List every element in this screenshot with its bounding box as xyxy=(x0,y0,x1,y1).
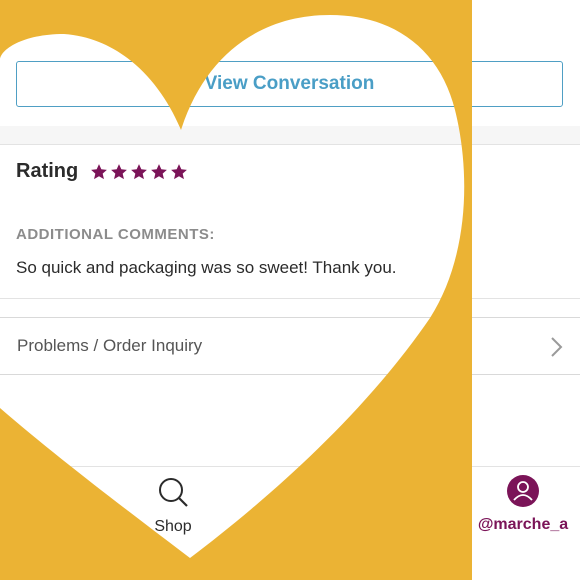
problems-order-inquiry-label: Problems / Order Inquiry xyxy=(17,336,203,355)
problems-order-inquiry-row[interactable]: Problems / Order Inquiry xyxy=(0,317,580,375)
tab-profile[interactable]: @marche_a xyxy=(470,475,576,534)
star-icon xyxy=(91,164,107,180)
tab-shop-label: Shop xyxy=(154,518,192,535)
section-separator xyxy=(0,126,580,144)
star-icon xyxy=(171,164,187,180)
bottom-tab-bar: Shop @marche_a xyxy=(0,466,580,581)
divider xyxy=(0,144,580,145)
additional-comments-heading: ADDITIONAL COMMENTS: xyxy=(16,226,215,243)
user-icon xyxy=(507,475,539,507)
divider xyxy=(0,298,580,299)
view-conversation-button[interactable]: View Conversation xyxy=(16,61,563,107)
comment-text: So quick and packaging was so sweet! Tha… xyxy=(16,258,397,277)
order-details-screen: View Conversation Rating ADDITIONAL COMM… xyxy=(0,0,580,581)
tab-shop[interactable]: Shop xyxy=(150,475,196,536)
search-icon xyxy=(159,478,188,507)
rating-label: Rating xyxy=(16,160,79,182)
chevron-right-icon xyxy=(551,337,563,357)
rating-stars xyxy=(90,160,188,184)
star-icon xyxy=(131,164,147,180)
tab-profile-label: @marche_a xyxy=(477,516,569,533)
star-icon xyxy=(111,164,127,180)
star-icon xyxy=(151,164,167,180)
